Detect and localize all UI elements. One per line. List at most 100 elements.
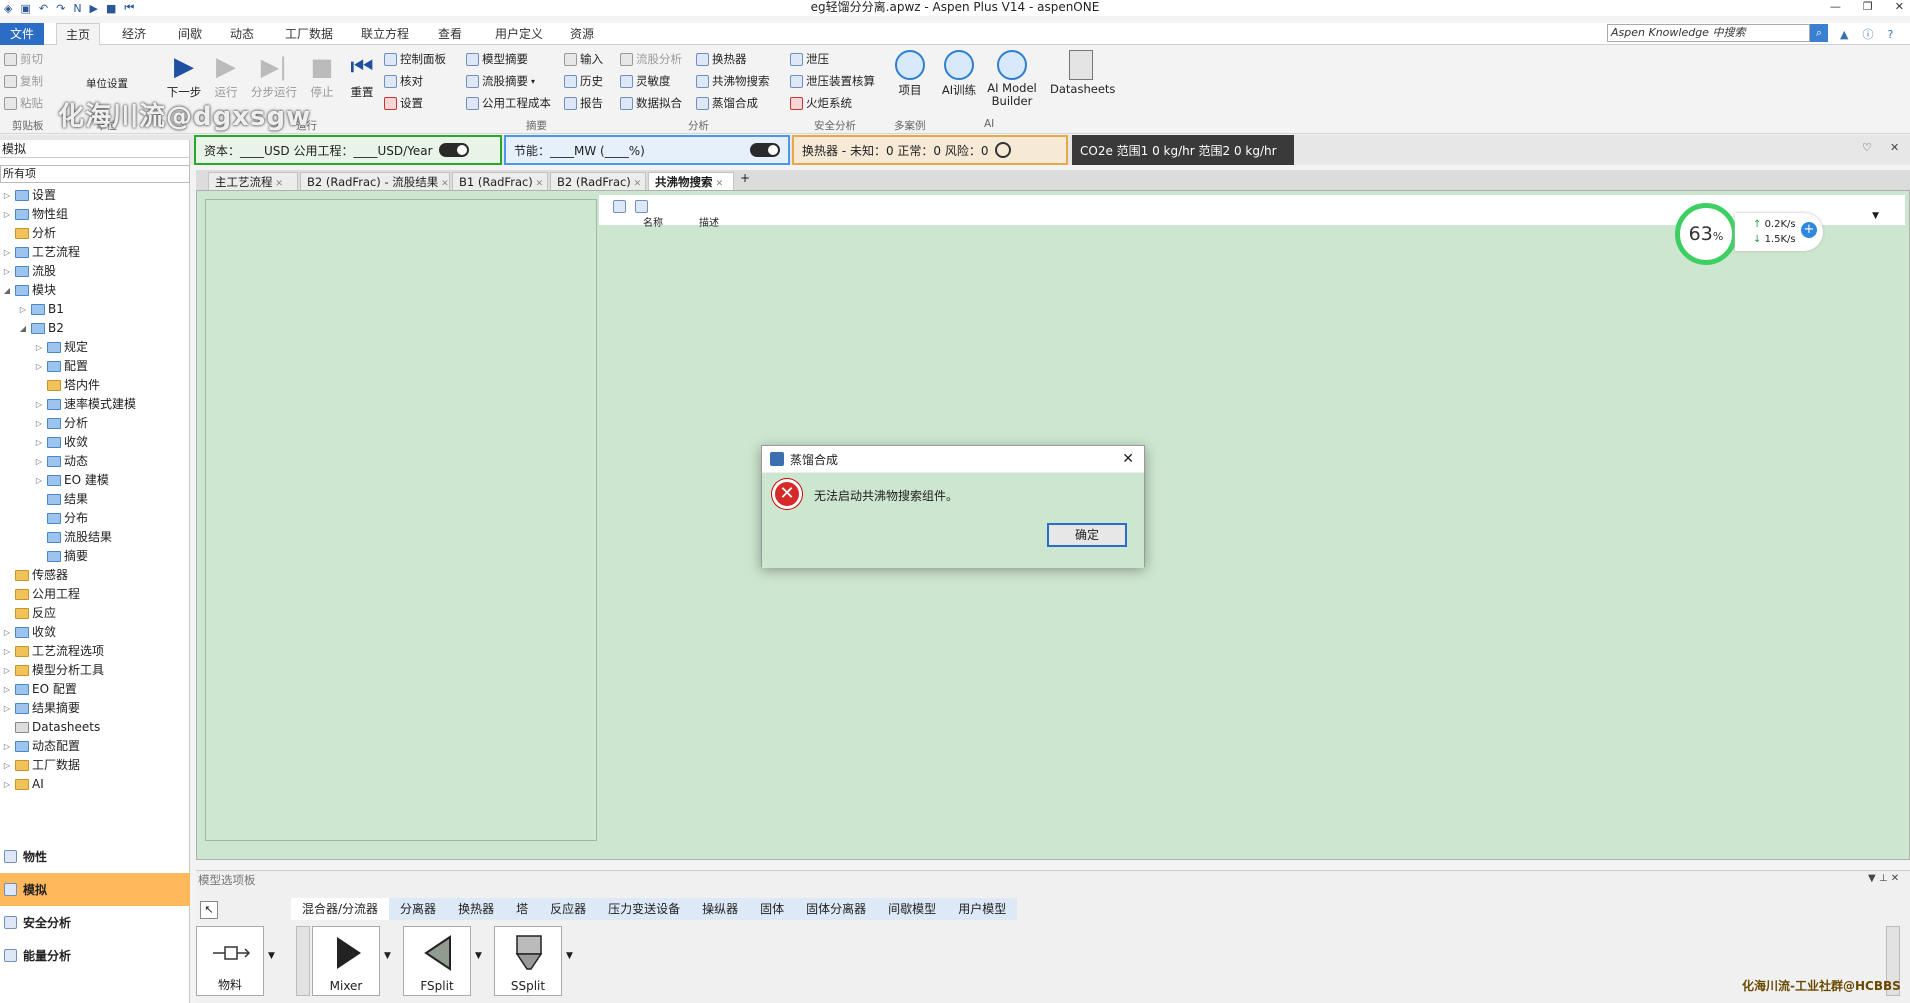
help-icon[interactable]: ? <box>1887 28 1893 41</box>
target-icon[interactable] <box>994 142 1011 158</box>
palette-tab-3[interactable]: 塔 <box>505 898 539 920</box>
close-icon[interactable]: ✕ <box>1895 0 1904 13</box>
tree-item[interactable]: 传感器 <box>0 566 190 585</box>
search-input[interactable]: Aspen Knowledge 中搜索 <box>1607 24 1810 42</box>
settings-button[interactable]: 设置 <box>384 95 423 111</box>
tree-item[interactable]: ▷ 配置 <box>0 357 190 376</box>
doc-tab-3[interactable]: B2 (RadFrac) ✕ <box>550 172 646 190</box>
save-icon[interactable] <box>635 200 648 213</box>
azeotrope-search-button[interactable]: 共沸物搜索 <box>696 73 770 89</box>
tree-item[interactable]: 分析 <box>0 224 190 243</box>
expander-icon[interactable]: ▷ <box>2 205 12 224</box>
pin-icon[interactable]: ⊥ <box>1879 873 1888 884</box>
nav-filter-select[interactable]: 所有项 <box>0 165 190 183</box>
expander-icon[interactable]: ▷ <box>2 262 12 281</box>
tree-item[interactable]: 反应 <box>0 604 190 623</box>
chevron-down-icon[interactable]: ▼ <box>268 951 275 961</box>
expander-icon[interactable]: ▷ <box>2 661 12 680</box>
add-tab-icon[interactable]: + <box>740 171 750 185</box>
doc-tab-0[interactable]: 主工艺流程 ✕ <box>208 172 298 190</box>
pointer-tool-icon[interactable]: ↖ <box>200 901 218 919</box>
tree-item[interactable]: ▷ 流股 <box>0 262 190 281</box>
nav-button-3[interactable]: 能量分析 <box>0 939 190 972</box>
palette-tab-2[interactable]: 换热器 <box>447 898 505 920</box>
expander-icon[interactable]: ▷ <box>2 642 12 661</box>
menu-tab-3[interactable]: 动态 <box>222 23 262 45</box>
heat-exchanger-button[interactable]: 换热器 <box>696 51 747 67</box>
close-icon[interactable]: ✕ <box>1891 873 1899 884</box>
report-button[interactable]: 报告 <box>564 95 603 111</box>
menu-tab-6[interactable]: 查看 <box>430 23 470 45</box>
palette-item-fsplit[interactable]: FSplit <box>403 926 471 996</box>
sensitivity-button[interactable]: 灵敏度 <box>620 73 671 89</box>
nav-button-0[interactable]: 物性 <box>0 840 190 873</box>
tree-item[interactable]: 结果 <box>0 490 190 509</box>
menu-tab-2[interactable]: 间歇 <box>170 23 210 45</box>
tree-item[interactable]: ▷ 速率模式建模 <box>0 395 190 414</box>
tree-item[interactable]: 摘要 <box>0 547 190 566</box>
step-run-button[interactable]: ▶| 分步运行 <box>248 50 300 100</box>
cut-button[interactable]: 剪切 <box>4 51 43 67</box>
palette-tab-4[interactable]: 反应器 <box>539 898 597 920</box>
palette-tab-8[interactable]: 固体分离器 <box>795 898 877 920</box>
tree-item[interactable]: ▷ 分析 <box>0 414 190 433</box>
palette-tab-7[interactable]: 固体 <box>749 898 795 920</box>
search-icon[interactable]: ⌕ <box>1810 24 1828 42</box>
tree-item[interactable]: 公用工程 <box>0 585 190 604</box>
tree-item[interactable]: ▷ B1 <box>0 300 190 319</box>
tree-item[interactable]: ▷ 规定 <box>0 338 190 357</box>
datasheets-button[interactable]: Datasheets <box>1050 50 1115 96</box>
menu-tab-1[interactable]: 经济 <box>112 23 156 45</box>
tree-item[interactable]: Datasheets <box>0 718 190 737</box>
expander-icon[interactable]: ▷ <box>2 737 12 756</box>
ai-training-button[interactable]: AI训练 <box>936 50 982 98</box>
expander-icon[interactable]: ◢ <box>18 319 28 338</box>
chevron-down-icon[interactable]: ▼ <box>1872 211 1879 221</box>
input-button[interactable]: 输入 <box>564 51 603 67</box>
palette-tab-9[interactable]: 间歇模型 <box>877 898 947 920</box>
expander-icon[interactable]: ▷ <box>34 395 44 414</box>
palette-item-mixer[interactable]: Mixer <box>312 926 380 996</box>
palette-tab-1[interactable]: 分离器 <box>389 898 447 920</box>
expander-icon[interactable]: ▷ <box>18 300 28 319</box>
menu-tab-4[interactable]: 工厂数据 <box>278 23 340 45</box>
menu-tab-0[interactable]: 主页 <box>56 23 100 45</box>
nav-button-2[interactable]: 安全分析 <box>0 906 190 939</box>
data-fit-button[interactable]: 数据拟合 <box>620 95 682 111</box>
tree-item[interactable]: ▷ 工艺流程 <box>0 243 190 262</box>
stream-analysis-button[interactable]: 流股分析 <box>620 51 682 67</box>
energy-toggle[interactable] <box>750 143 780 157</box>
ai-model-builder-button[interactable]: AI Model Builder <box>984 50 1040 108</box>
doc-tab-4[interactable]: 共沸物搜索 ✕ <box>648 172 734 190</box>
tree-item[interactable]: ▷ EO 配置 <box>0 680 190 699</box>
relief-button[interactable]: 泄压 <box>790 51 829 67</box>
flare-button[interactable]: 火炬系统 <box>790 95 852 111</box>
expander-icon[interactable]: ▷ <box>2 186 12 205</box>
close-icon[interactable]: ✕ <box>631 179 642 189</box>
copy-icon[interactable] <box>613 200 626 213</box>
tree-item[interactable]: ▷ 结果摘要 <box>0 699 190 718</box>
tree-item[interactable]: 分布 <box>0 509 190 528</box>
close-icon[interactable]: ✕ <box>1122 451 1134 467</box>
project-button[interactable]: 项目 <box>890 50 930 98</box>
tree-item[interactable]: ▷ AI <box>0 775 190 794</box>
expander-icon[interactable]: ▷ <box>34 357 44 376</box>
menu-tab-7[interactable]: 用户定义 <box>488 23 550 45</box>
run-button[interactable]: ▶ 运行 <box>208 50 244 100</box>
plus-icon[interactable]: + <box>1801 222 1817 238</box>
paste-button[interactable]: 粘贴 <box>4 95 43 111</box>
expander-icon[interactable]: ▷ <box>2 623 12 642</box>
collapse-ribbon-icon[interactable]: ▲ <box>1840 28 1848 41</box>
tree-item[interactable]: ▷ 收敛 <box>0 433 190 452</box>
nav-button-1[interactable]: 模拟 <box>0 873 190 906</box>
copy-button[interactable]: 复制 <box>4 73 43 89</box>
expander-icon[interactable]: ▷ <box>2 699 12 718</box>
tree-item[interactable]: ▷ 模型分析工具 <box>0 661 190 680</box>
chevron-down-icon[interactable]: ▼ <box>384 951 391 961</box>
expander-icon[interactable]: ▷ <box>2 243 12 262</box>
doc-tab-1[interactable]: B2 (RadFrac) - 流股结果 ✕ <box>300 172 450 190</box>
expander-icon[interactable]: ▷ <box>34 414 44 433</box>
expander-icon[interactable]: ▷ <box>34 452 44 471</box>
tree-item[interactable]: ▷ 工艺流程选项 <box>0 642 190 661</box>
tree-item[interactable]: ▷ EO 建模 <box>0 471 190 490</box>
